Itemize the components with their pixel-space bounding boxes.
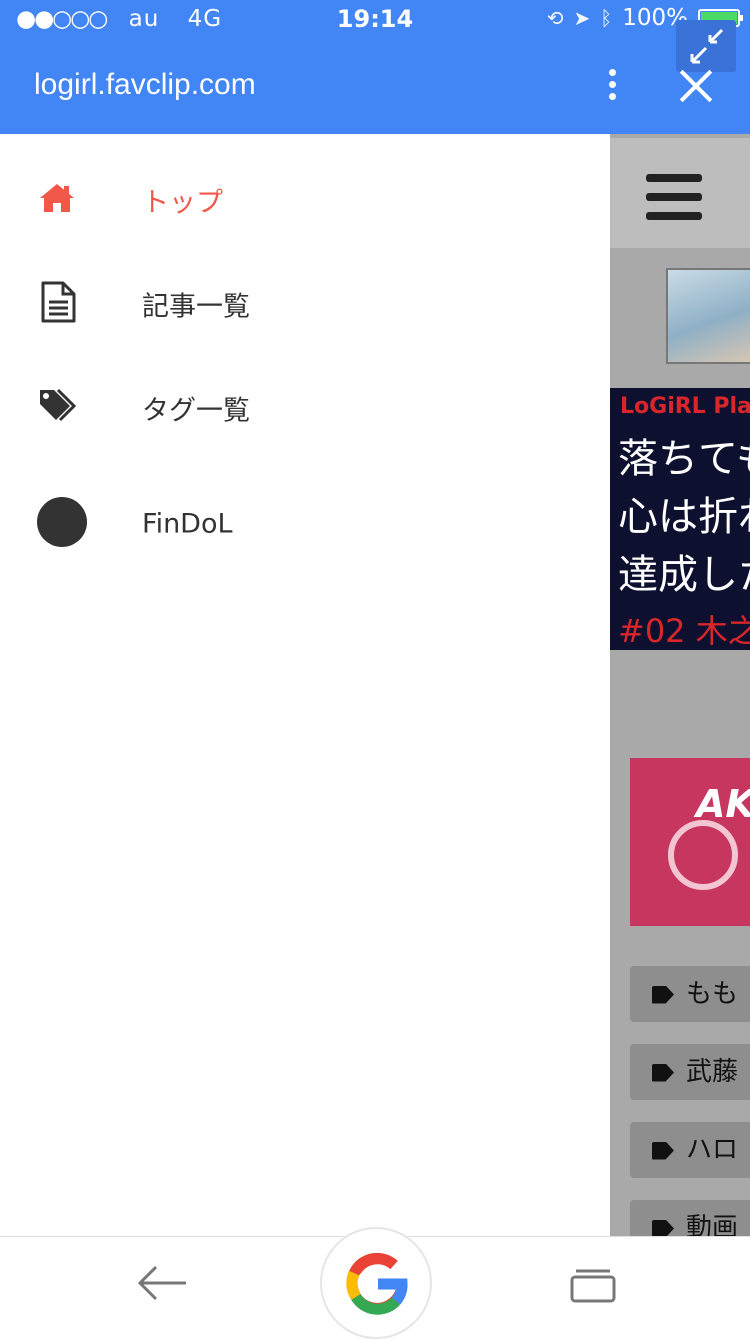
background-page: LoGiRL PlaYe 落ちても 心は折れ 達成した #02 木之 AKI も… — [610, 134, 750, 1238]
banner-line: 落ちても — [618, 436, 750, 482]
tag-icon — [652, 1219, 674, 1238]
status-bar: ●●○○○ au 4G 19:14 ⟲ ➤ ᛒ 100% — [0, 0, 750, 40]
tag-chip[interactable]: 武藤 — [630, 1044, 750, 1100]
tag-label: ハロ — [686, 1135, 739, 1165]
nav-item-top[interactable]: トップ — [0, 152, 610, 248]
navigation-drawer: トップ 記事一覧 タグ一覧 FinDoL — [0, 134, 610, 1238]
tags-icon — [38, 388, 80, 428]
nav-item-label: トップ — [142, 187, 223, 219]
banner-title: LoGiRL PlaYe — [620, 394, 750, 419]
close-icon[interactable] — [678, 68, 714, 104]
nav-item-label: 記事一覧 — [142, 291, 250, 323]
tag-label: 動画 — [686, 1213, 739, 1238]
location-icon: ➤ — [573, 6, 591, 30]
google-icon — [346, 1252, 408, 1315]
browser-toolbar: ●●○○○ au 4G 19:14 ⟲ ➤ ᛒ 100% logirl.favc… — [0, 0, 750, 134]
tag-icon — [652, 985, 674, 1004]
bottom-toolbar — [0, 1227, 750, 1339]
bluetooth-icon: ᛒ — [600, 6, 613, 30]
nav-item-findol[interactable]: FinDoL — [0, 476, 610, 572]
article-thumbnail[interactable] — [666, 268, 750, 364]
nav-item-label: タグ一覧 — [142, 395, 250, 427]
hamburger-menu-icon[interactable] — [646, 174, 702, 220]
tabs-icon[interactable] — [570, 1267, 616, 1307]
tag-icon — [652, 1141, 674, 1160]
banner-line: 達成した — [618, 552, 750, 598]
nav-item-label: FinDoL — [142, 508, 233, 540]
tag-chip[interactable]: 動画 — [630, 1200, 750, 1238]
nav-item-tags[interactable]: タグ一覧 — [0, 360, 610, 456]
article-banner[interactable]: LoGiRL PlaYe 落ちても 心は折れ 達成した #02 木之 — [610, 388, 750, 650]
tag-chip[interactable]: もも — [630, 966, 750, 1022]
tag-label: 武藤 — [686, 1057, 739, 1087]
banner-line: 心は折れ — [618, 494, 750, 540]
tag-icon — [652, 1063, 674, 1082]
document-icon — [38, 281, 78, 327]
rotation-lock-icon: ⟲ — [546, 6, 564, 30]
kebab-icon[interactable] — [600, 66, 624, 106]
tag-chip[interactable]: ハロ — [630, 1122, 750, 1178]
back-arrow-icon[interactable] — [136, 1261, 188, 1309]
tag-label: もも — [686, 979, 739, 1009]
nav-item-articles[interactable]: 記事一覧 — [0, 256, 610, 352]
page-header — [610, 138, 750, 248]
banner-text: 落ちても 心は折れ 達成した — [618, 430, 750, 604]
camera-icon — [668, 820, 738, 890]
circle-icon — [36, 496, 88, 552]
home-icon — [38, 182, 76, 218]
akb-banner[interactable]: AKI — [630, 758, 750, 926]
banner-footer: #02 木之 — [618, 612, 750, 650]
minimize-icon[interactable] — [676, 20, 736, 72]
google-button[interactable] — [320, 1227, 432, 1339]
url-text[interactable]: logirl.favclip.com — [34, 68, 256, 102]
